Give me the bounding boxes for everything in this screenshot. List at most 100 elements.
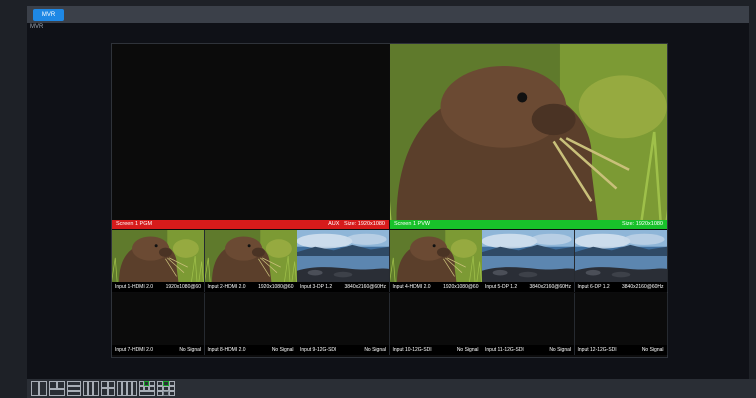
layout-preset-3[interactable]: [67, 381, 81, 396]
program-size: Size: 1920x1080: [344, 221, 385, 227]
layout-cell: [139, 391, 155, 396]
input-caption: Input 4-HDMI 2.0 1920x1080@60: [389, 282, 482, 292]
input-thumbnail: [390, 230, 482, 282]
layout-cell: [163, 381, 169, 386]
input-caption: Input 6-DP 1.2 3840x2160@60Hz: [574, 282, 667, 292]
layout-cell: [149, 386, 155, 391]
input-caption: Input 12-12G-SDI No Signal: [574, 345, 667, 355]
input-status: 3840x2160@60Hz: [622, 284, 664, 290]
layout-preset-2[interactable]: [49, 381, 65, 396]
program-aux: AUX: [328, 221, 340, 227]
layout-cell: [101, 381, 108, 388]
input-name: Input 11-12G-SDI: [485, 347, 524, 353]
input-name: Input 7-HDMI 2.0: [115, 347, 154, 353]
layout-preset-7[interactable]: [139, 381, 155, 396]
layout-cell: [108, 381, 115, 388]
input-cell[interactable]: Input 1-HDMI 2.0 1920x1080@60: [112, 230, 205, 292]
input-cell[interactable]: Input 4-HDMI 2.0 1920x1080@60: [389, 230, 483, 292]
input-cell[interactable]: Input 3-DP 1.2 3840x2160@60Hz: [297, 230, 390, 292]
layout-cell: [169, 381, 175, 386]
layout-cell: [93, 381, 99, 396]
input-caption: Input 9-12G-SDI No Signal: [297, 345, 389, 355]
input-status: 1920x1080@60: [443, 284, 479, 290]
input-name: Input 4-HDMI 2.0: [392, 284, 431, 290]
program-size-group: AUX Size: 1920x1080: [328, 220, 385, 229]
layout-cell: [157, 386, 163, 391]
layout-cell: [49, 381, 57, 389]
input-thumbnail: [205, 230, 297, 282]
input-thumbnail: [205, 293, 297, 345]
input-cell[interactable]: Input 8-HDMI 2.0 No Signal: [204, 293, 298, 355]
input-name: Input 2-HDMI 2.0: [207, 284, 246, 290]
layout-cell: [163, 386, 169, 391]
input-cell[interactable]: Input 10-12G-SDI No Signal: [389, 293, 483, 355]
input-caption: Input 11-12G-SDI No Signal: [482, 345, 574, 355]
input-status: No Signal: [549, 347, 571, 353]
input-status: 1920x1080@60: [165, 284, 201, 290]
input-thumbnail: [390, 293, 482, 345]
preview-bar: Screen 1 PVW Size: 1920x1080: [390, 220, 667, 229]
layout-cell: [108, 388, 115, 396]
input-name: Input 3-DP 1.2: [300, 284, 333, 290]
layout-cell: [157, 391, 163, 396]
input-caption: Input 3-DP 1.2 3840x2160@60Hz: [297, 282, 389, 292]
layout-cell: [139, 381, 144, 386]
input-cell[interactable]: Input 5-DP 1.2 3840x2160@60Hz: [482, 230, 575, 292]
layout-cell: [132, 381, 137, 396]
layout-cell: [149, 381, 155, 386]
program-label: Screen 1 PGM: [116, 221, 153, 227]
layout-cell: [57, 381, 65, 389]
input-caption: Input 8-HDMI 2.0 No Signal: [204, 345, 297, 355]
preview-size: Size: 1920x1080: [622, 221, 663, 227]
input-thumbnail: [297, 293, 389, 345]
input-status: No Signal: [641, 347, 664, 353]
input-cell[interactable]: Input 9-12G-SDI No Signal: [297, 293, 390, 355]
input-name: Input 8-HDMI 2.0: [207, 347, 246, 353]
input-cell[interactable]: Input 12-12G-SDI No Signal: [574, 293, 668, 355]
tab-mvr[interactable]: MVR: [33, 9, 64, 21]
input-name: Input 6-DP 1.2: [577, 284, 610, 290]
input-caption: Input 5-DP 1.2 3840x2160@60Hz: [482, 282, 574, 292]
layout-bar: [27, 379, 756, 398]
layout-cell: [122, 381, 127, 396]
input-thumbnail: [575, 293, 667, 345]
input-name: Input 9-12G-SDI: [300, 347, 337, 353]
layout-cell: [88, 381, 93, 396]
input-status: 3840x2160@60Hz: [344, 284, 387, 290]
layout-preset-8[interactable]: [157, 381, 175, 396]
input-status: 1920x1080@60: [258, 284, 294, 290]
layout-cell: [67, 386, 81, 391]
preview-label: Screen 1 PVW: [394, 221, 431, 227]
input-status: No Signal: [456, 347, 479, 353]
panel-title: MVR: [30, 24, 44, 30]
layout-preset-1[interactable]: [31, 381, 47, 396]
input-thumbnail: [112, 230, 204, 282]
layout-cell: [157, 381, 163, 386]
preview-window[interactable]: [390, 44, 667, 220]
input-cell[interactable]: Input 6-DP 1.2 3840x2160@60Hz: [574, 230, 668, 292]
input-cell[interactable]: Input 2-HDMI 2.0 1920x1080@60: [204, 230, 298, 292]
layout-cell: [169, 386, 175, 391]
program-window[interactable]: [112, 44, 389, 220]
layout-cell: [67, 381, 81, 386]
input-name: Input 5-DP 1.2: [485, 284, 518, 290]
input-caption: Input 7-HDMI 2.0 No Signal: [112, 345, 204, 355]
preview-image: [390, 44, 667, 220]
layout-preset-4[interactable]: [83, 381, 99, 396]
multiview: Screen 1 PGM AUX Size: 1920x1080 Screen …: [111, 43, 668, 358]
input-cell[interactable]: Input 11-12G-SDI No Signal: [482, 293, 575, 355]
input-status: No Signal: [179, 347, 201, 353]
layout-preset-5[interactable]: [101, 381, 115, 396]
input-thumbnail: [297, 230, 389, 282]
layout-preset-6[interactable]: [117, 381, 137, 396]
layout-cell: [144, 386, 149, 391]
input-name: Input 1-HDMI 2.0: [115, 284, 154, 290]
layout-cell: [139, 386, 144, 391]
layout-cell: [67, 391, 81, 396]
layout-cell: [163, 391, 169, 396]
input-cell[interactable]: Input 7-HDMI 2.0 No Signal: [112, 293, 205, 355]
layout-cell: [39, 381, 47, 396]
layout-cell: [83, 381, 88, 396]
input-status: No Signal: [271, 347, 294, 353]
layout-cell: [144, 381, 149, 386]
